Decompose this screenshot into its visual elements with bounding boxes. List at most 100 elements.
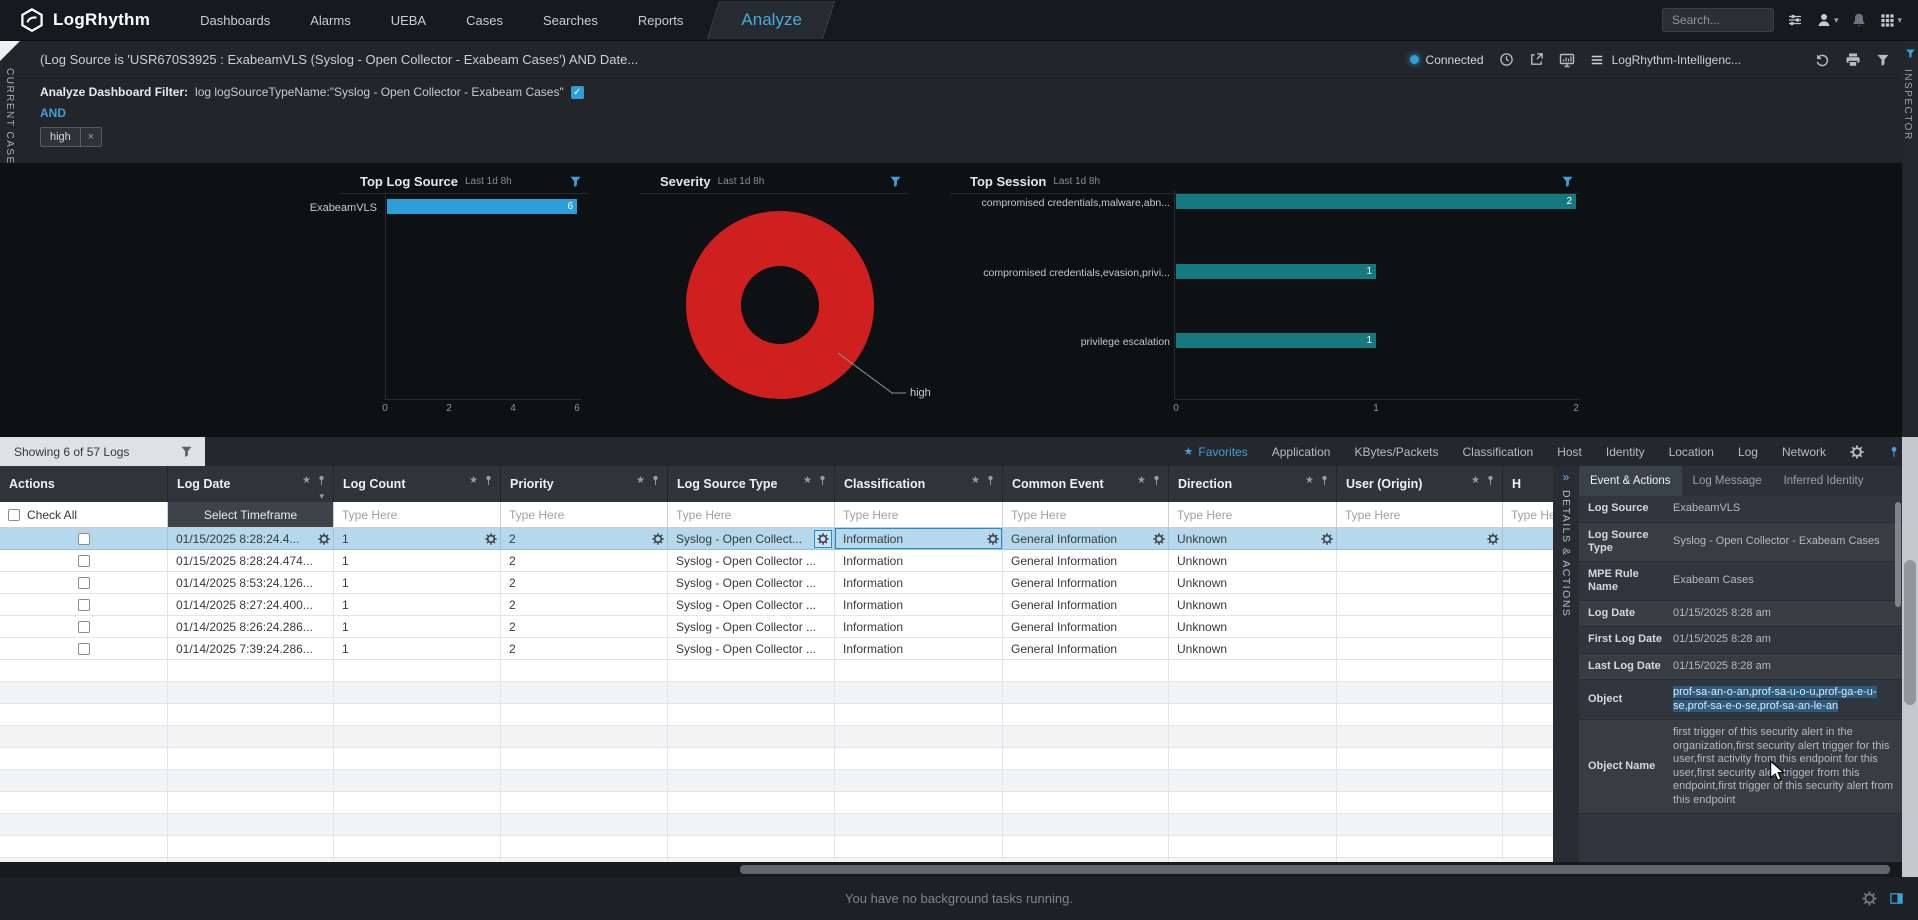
sort-caret-icon[interactable]: ▾ [319, 491, 324, 502]
table-row[interactable]: 01/15/2025 8:28:24.474... 1 2 Syslog - O… [0, 550, 1583, 572]
export-monitor-icon[interactable] [1559, 52, 1575, 68]
current-case-fold[interactable] [0, 41, 20, 61]
nav-item-reports[interactable]: Reports [638, 13, 684, 28]
filter-funnel-icon[interactable] [180, 445, 193, 458]
tab-application[interactable]: Application [1272, 445, 1331, 459]
user-menu[interactable]: ▾ [1816, 12, 1839, 28]
row-checkbox[interactable] [78, 577, 90, 589]
table-row[interactable]: 01/14/2025 8:26:24.286... 1 2 Syslog - O… [0, 616, 1583, 638]
tab-log[interactable]: Log [1738, 445, 1758, 459]
cell-gear-icon[interactable] [1153, 533, 1165, 545]
bell-icon[interactable] [1851, 12, 1867, 28]
print-icon[interactable] [1845, 52, 1861, 68]
pin-icon[interactable] [316, 475, 327, 486]
direction-filter-input[interactable] [1177, 502, 1336, 527]
column-header-log-source-type[interactable]: Log Source Type ★ [668, 466, 835, 502]
table-row[interactable]: 01/14/2025 7:39:24.286... 1 2 Syslog - O… [0, 638, 1583, 660]
star-icon[interactable]: ★ [469, 475, 478, 486]
row-checkbox[interactable] [78, 555, 90, 567]
search-input[interactable] [1662, 8, 1774, 32]
tab-favorites[interactable]: ★Favorites [1183, 445, 1247, 459]
tab-kbytes-packets[interactable]: KBytes/Packets [1354, 445, 1438, 459]
tab-event-actions[interactable]: Event & Actions [1579, 466, 1682, 496]
tab-identity[interactable]: Identity [1606, 445, 1645, 459]
star-icon[interactable]: ★ [971, 475, 980, 486]
pin-icon[interactable] [985, 475, 996, 486]
star-icon[interactable]: ★ [1471, 475, 1480, 486]
horizontal-scrollbar[interactable] [0, 862, 1902, 877]
column-header-log-count[interactable]: Log Count ★ [334, 466, 501, 502]
star-icon[interactable]: ★ [1305, 475, 1314, 486]
sliders-icon[interactable] [1787, 12, 1803, 28]
star-icon[interactable]: ★ [1137, 475, 1146, 486]
details-actions-rail[interactable]: » DETAILS & ACTIONS [1553, 466, 1579, 862]
log-count-filter-input[interactable] [342, 502, 500, 527]
filter-funnel-icon[interactable] [889, 175, 902, 188]
classification-filter-input[interactable] [843, 502, 1002, 527]
row-checkbox[interactable] [78, 599, 90, 611]
selected-text[interactable]: prof-sa-an-o-an,prof-sa-u-o-u,prof-ga-e-… [1673, 686, 1877, 712]
select-timeframe-button[interactable]: Select Timeframe [168, 502, 333, 527]
column-header-common-event[interactable]: Common Event ★ [1003, 466, 1169, 502]
cell-gear-icon[interactable] [318, 533, 330, 545]
nav-item-alarms[interactable]: Alarms [310, 13, 350, 28]
inspector-rail[interactable]: INSPECTOR [1902, 41, 1918, 877]
column-header-actions[interactable]: Actions [0, 466, 168, 502]
column-header-log-date[interactable]: Log Date ★ ▾ [168, 466, 334, 502]
apps-menu[interactable]: ▾ [1880, 13, 1902, 28]
cell-gear-icon[interactable] [817, 533, 829, 545]
column-header-direction[interactable]: Direction ★ [1169, 466, 1337, 502]
pin-icon[interactable] [1888, 446, 1900, 458]
row-checkbox[interactable] [78, 643, 90, 655]
table-row[interactable]: 01/14/2025 8:53:24.126... 1 2 Syslog - O… [0, 572, 1583, 594]
row-checkbox[interactable] [78, 621, 90, 633]
pin-icon[interactable] [1151, 475, 1162, 486]
tab-classification[interactable]: Classification [1462, 445, 1533, 459]
filter-checked-checkbox[interactable]: ✓ [571, 86, 584, 99]
gear-icon[interactable] [1850, 445, 1864, 459]
table-row[interactable]: 01/14/2025 8:27:24.400... 1 2 Syslog - O… [0, 594, 1583, 616]
context-selector[interactable]: LogRhythm-Intelligenc... [1590, 53, 1741, 67]
user-origin-filter-input[interactable] [1345, 502, 1502, 527]
pin-icon[interactable] [817, 475, 828, 486]
nav-item-searches[interactable]: Searches [543, 13, 598, 28]
nav-item-cases[interactable]: Cases [466, 13, 503, 28]
pin-icon[interactable] [650, 475, 661, 486]
inspector-scrollbar-thumb[interactable] [1895, 502, 1901, 607]
brand[interactable]: LogRhythm [0, 8, 162, 32]
common-event-filter-input[interactable] [1011, 502, 1168, 527]
filter-funnel-icon[interactable] [1561, 175, 1574, 188]
row-checkbox[interactable] [78, 533, 90, 545]
filter-funnel-icon[interactable] [569, 175, 582, 188]
filter-funnel-icon[interactable] [1905, 48, 1916, 59]
pin-icon[interactable] [1485, 475, 1496, 486]
nav-item-ueba[interactable]: UEBA [391, 13, 426, 28]
dashboard-filter-expression[interactable]: log logSourceTypeName:"Syslog - Open Col… [195, 85, 564, 99]
cell-gear-icon[interactable] [1487, 533, 1499, 545]
check-all-checkbox[interactable] [8, 509, 20, 521]
tab-host[interactable]: Host [1557, 445, 1582, 459]
current-case-rail[interactable]: CURRENT CASE [4, 68, 15, 165]
nav-item-analyze-active[interactable]: Analyze [713, 1, 829, 39]
star-icon[interactable]: ★ [803, 475, 812, 486]
quick-filter-gear-box[interactable] [814, 530, 832, 548]
undo-icon[interactable] [1815, 52, 1830, 67]
column-header-classification[interactable]: Classification ★ [835, 466, 1003, 502]
tab-network[interactable]: Network [1782, 445, 1826, 459]
star-icon[interactable]: ★ [636, 475, 645, 486]
column-header-user-origin[interactable]: User (Origin) ★ [1337, 466, 1503, 502]
filter-funnel-icon[interactable] [1876, 53, 1890, 67]
active-query-text[interactable]: (Log Source is 'USR670S3925 : ExabeamVLS… [40, 52, 638, 67]
pin-icon[interactable] [483, 475, 494, 486]
collapse-chevrons-icon[interactable]: » [1563, 471, 1570, 483]
cell-gear-icon[interactable] [485, 533, 497, 545]
table-row-selected[interactable]: 01/15/2025 8:28:24.4... 1 2 Syslog - Ope… [0, 528, 1583, 550]
star-icon[interactable]: ★ [302, 475, 311, 486]
gear-icon[interactable] [1862, 891, 1877, 906]
session-bar[interactable]: 1 [1176, 264, 1376, 279]
vertical-scrollbar-thumb[interactable] [1904, 560, 1916, 705]
pin-icon[interactable] [1319, 475, 1330, 486]
nav-item-dashboards[interactable]: Dashboards [200, 13, 270, 28]
session-bar[interactable]: 1 [1176, 333, 1376, 348]
history-clock-icon[interactable] [1499, 52, 1514, 67]
